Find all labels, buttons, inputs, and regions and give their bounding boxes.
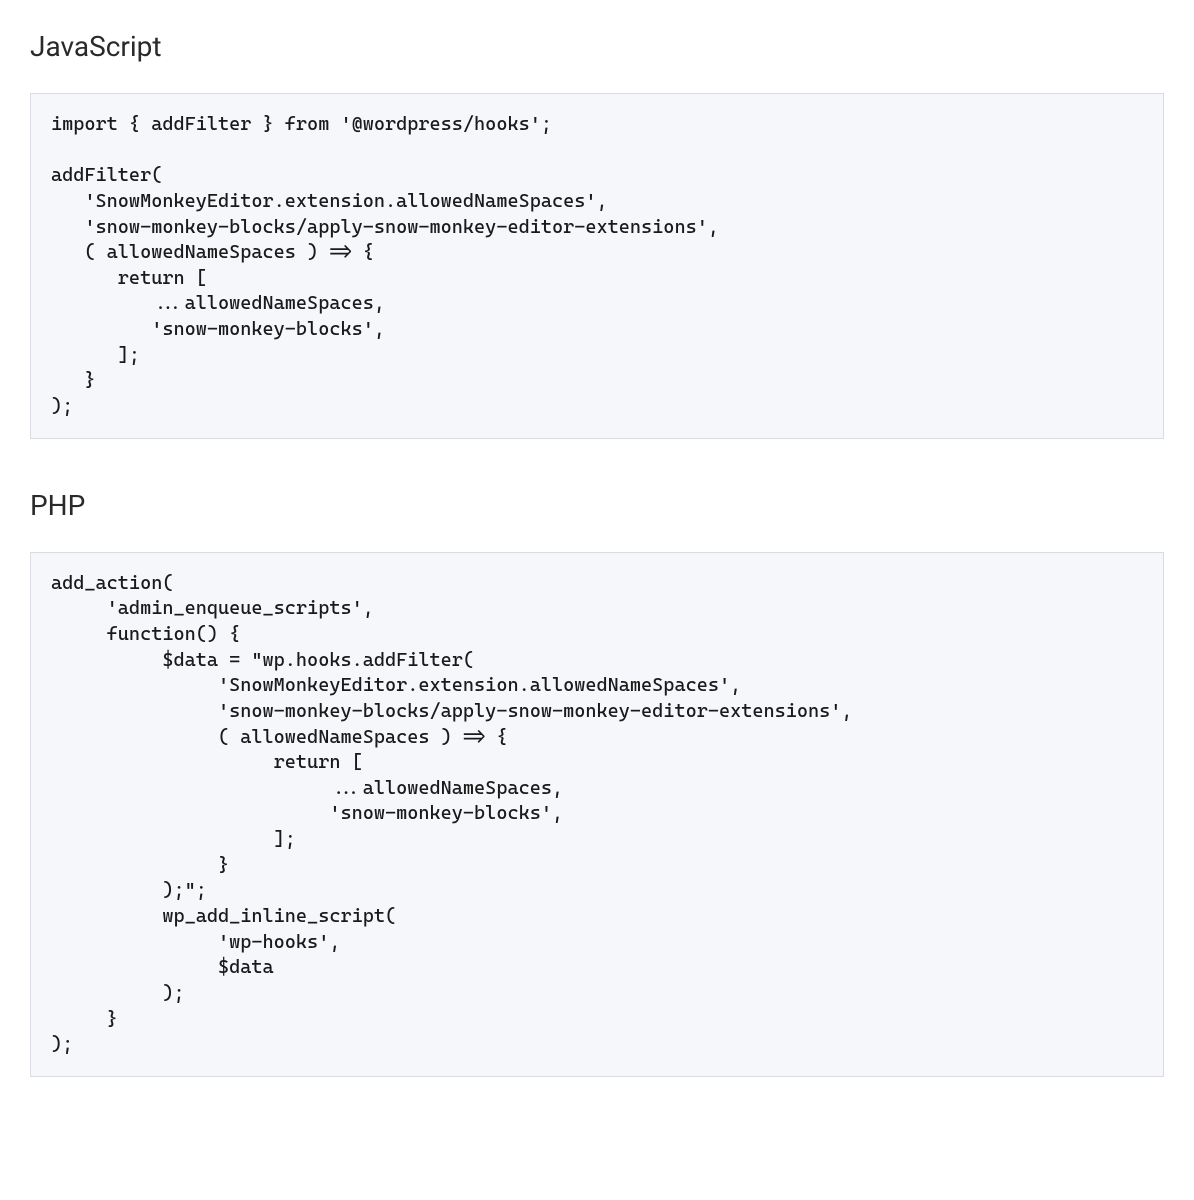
code-content-php: add_action( 'admin_enqueue_scripts', fun… xyxy=(51,571,1143,1058)
section-heading-php: PHP xyxy=(30,489,1164,522)
code-block-php: add_action( 'admin_enqueue_scripts', fun… xyxy=(30,552,1164,1077)
code-block-javascript: import { addFilter } from '@wordpress/ho… xyxy=(30,93,1164,439)
section-heading-javascript: JavaScript xyxy=(30,30,1164,63)
code-content-javascript: import { addFilter } from '@wordpress/ho… xyxy=(51,112,1143,420)
